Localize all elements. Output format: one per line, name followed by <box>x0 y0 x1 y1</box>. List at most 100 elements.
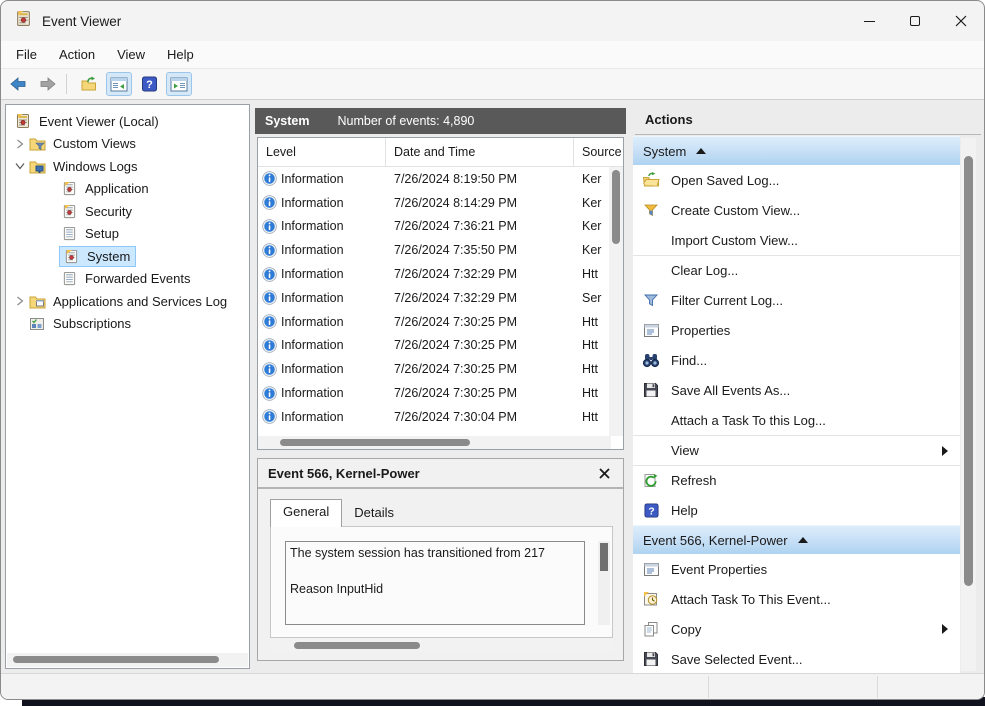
event-row[interactable]: Information 7/26/2024 7:30:04 PM Htt <box>258 405 609 429</box>
column-header-level[interactable]: Level <box>258 138 386 166</box>
event-row[interactable]: Information 7/26/2024 8:19:50 PM Ker <box>258 167 609 191</box>
scrollbar-thumb[interactable] <box>13 656 219 663</box>
tree-item-windows-logs[interactable]: Windows Logs <box>6 155 249 178</box>
action-find[interactable]: Find... <box>633 345 960 375</box>
event-datetime: 7/26/2024 7:35:50 PM <box>394 243 518 258</box>
action-clear-log[interactable]: Clear Log... <box>633 255 960 285</box>
action-label: Event Properties <box>671 561 768 577</box>
event-datetime: 7/26/2024 8:19:50 PM <box>394 171 518 186</box>
message-vertical-scrollbar[interactable] <box>598 541 610 625</box>
action-filter-current-log[interactable]: Filter Current Log... <box>633 285 960 315</box>
detail-horizontal-scrollbar[interactable] <box>270 639 613 652</box>
show-action-pane-button[interactable] <box>166 72 192 96</box>
action-properties[interactable]: Properties <box>633 315 960 345</box>
menu-help[interactable]: Help <box>156 43 205 66</box>
events-horizontal-scrollbar[interactable] <box>258 436 611 449</box>
menu-action[interactable]: Action <box>48 43 106 66</box>
event-message-line1: The system session has transitioned from… <box>290 546 545 560</box>
column-header-source[interactable]: Source <box>574 138 623 166</box>
scrollbar-thumb[interactable] <box>964 156 973 586</box>
actions-section-system[interactable]: System <box>633 136 960 165</box>
event-row[interactable]: Information 7/26/2024 7:32:29 PM Ser <box>258 286 609 310</box>
scrollbar-thumb[interactable] <box>600 543 608 571</box>
tree-item-forwarded-events[interactable]: Forwarded Events <box>6 268 249 291</box>
chevron-down-icon[interactable] <box>12 162 28 170</box>
help-toolbar-button[interactable]: ? <box>136 72 162 96</box>
maximize-button[interactable] <box>892 1 938 41</box>
windows-logs-folder-icon <box>28 159 46 174</box>
tab-details[interactable]: Details <box>342 503 406 527</box>
tree-item-setup[interactable]: Setup <box>6 223 249 246</box>
event-row[interactable]: Information 7/26/2024 7:30:25 PM Htt <box>258 334 609 358</box>
action-open-saved-log[interactable]: Open Saved Log... <box>633 165 960 195</box>
action-view[interactable]: View <box>633 435 960 465</box>
event-message-box[interactable]: The system session has transitioned from… <box>285 541 585 625</box>
event-row[interactable]: Information 7/26/2024 7:36:21 PM Ker <box>258 215 609 239</box>
action-create-custom-view[interactable]: Create Custom View... <box>633 195 960 225</box>
menu-file[interactable]: File <box>5 43 48 66</box>
tree-item-subscriptions[interactable]: Subscriptions <box>6 313 249 336</box>
actions-section-event[interactable]: Event 566, Kernel-Power <box>633 525 960 554</box>
tree-item-system[interactable]: System <box>6 245 249 268</box>
information-icon <box>262 266 277 282</box>
column-header-date[interactable]: Date and Time <box>386 138 574 166</box>
forward-button[interactable] <box>35 72 61 96</box>
events-vertical-scrollbar[interactable] <box>609 167 623 436</box>
event-count: Number of events: 4,890 <box>337 114 475 128</box>
tree-horizontal-scrollbar[interactable] <box>7 653 248 667</box>
detail-header: Event 566, Kernel-Power <box>258 459 623 489</box>
tree-item-application[interactable]: Application <box>6 178 249 201</box>
show-console-tree-button[interactable] <box>106 72 132 96</box>
action-attach-task-to-log[interactable]: Attach a Task To this Log... <box>633 405 960 435</box>
event-datetime: 7/26/2024 8:14:29 PM <box>394 195 518 210</box>
properties-icon <box>641 560 661 578</box>
event-source: Htt <box>582 338 598 353</box>
save-icon <box>641 381 661 399</box>
collapse-arrow-icon[interactable] <box>797 537 808 543</box>
action-refresh[interactable]: Refresh <box>633 465 960 495</box>
action-save-selected-event[interactable]: Save Selected Event... <box>633 644 960 673</box>
tree-item-applications-services-logs[interactable]: Applications and Services Log <box>6 290 249 313</box>
tab-general[interactable]: General <box>270 499 343 527</box>
close-detail-button[interactable] <box>595 464 613 482</box>
event-viewer-app-icon <box>15 10 32 32</box>
action-import-custom-view[interactable]: Import Custom View... <box>633 225 960 255</box>
event-source: Ker <box>582 219 602 234</box>
action-help[interactable]: ? Help <box>633 495 960 525</box>
scrollbar-thumb[interactable] <box>612 170 620 244</box>
action-event-properties[interactable]: Event Properties <box>633 554 960 584</box>
close-button[interactable] <box>938 1 984 41</box>
detail-title: Event 566, Kernel-Power <box>268 465 420 481</box>
tree-item-custom-views[interactable]: Custom Views <box>6 133 249 156</box>
tree-item-security[interactable]: Security <box>6 200 249 223</box>
collapse-arrow-icon[interactable] <box>696 148 707 154</box>
chevron-right-icon[interactable] <box>12 139 28 149</box>
event-row[interactable]: Information 7/26/2024 7:30:25 PM Htt <box>258 310 609 334</box>
export-log-button[interactable] <box>76 72 102 96</box>
information-icon <box>262 409 277 425</box>
console-tree-icon <box>110 77 128 91</box>
tree-item-label: Setup <box>85 226 119 242</box>
scrollbar-thumb[interactable] <box>294 642 420 649</box>
actions-vertical-scrollbar[interactable] <box>961 138 976 671</box>
minimize-button[interactable] <box>846 1 892 41</box>
event-source: Htt <box>582 362 598 377</box>
action-label: Filter Current Log... <box>671 292 783 308</box>
information-icon <box>262 243 277 258</box>
event-row[interactable]: Information 7/26/2024 8:14:29 PM Ker <box>258 191 609 215</box>
action-copy[interactable]: Copy <box>633 614 960 644</box>
chevron-right-icon[interactable] <box>12 296 28 306</box>
event-row[interactable]: Information 7/26/2024 7:30:25 PM Htt <box>258 357 609 381</box>
back-button[interactable] <box>5 72 31 96</box>
menu-view[interactable]: View <box>106 43 156 66</box>
event-row[interactable]: Information 7/26/2024 7:35:50 PM Ker <box>258 238 609 262</box>
action-save-all-events-as[interactable]: Save All Events As... <box>633 375 960 405</box>
action-label: Attach a Task To this Log... <box>671 412 826 428</box>
action-attach-task-to-event[interactable]: Attach Task To This Event... <box>633 584 960 614</box>
tree-item-event-viewer-local[interactable]: Event Viewer (Local) <box>6 110 249 133</box>
event-row[interactable]: Information 7/26/2024 7:30:25 PM Htt <box>258 381 609 405</box>
console-tree: Event Viewer (Local) Custom Views Window… <box>6 105 249 335</box>
event-row[interactable]: Information 7/26/2024 7:32:29 PM Htt <box>258 262 609 286</box>
scrollbar-thumb[interactable] <box>280 439 470 446</box>
information-icon <box>262 171 277 187</box>
